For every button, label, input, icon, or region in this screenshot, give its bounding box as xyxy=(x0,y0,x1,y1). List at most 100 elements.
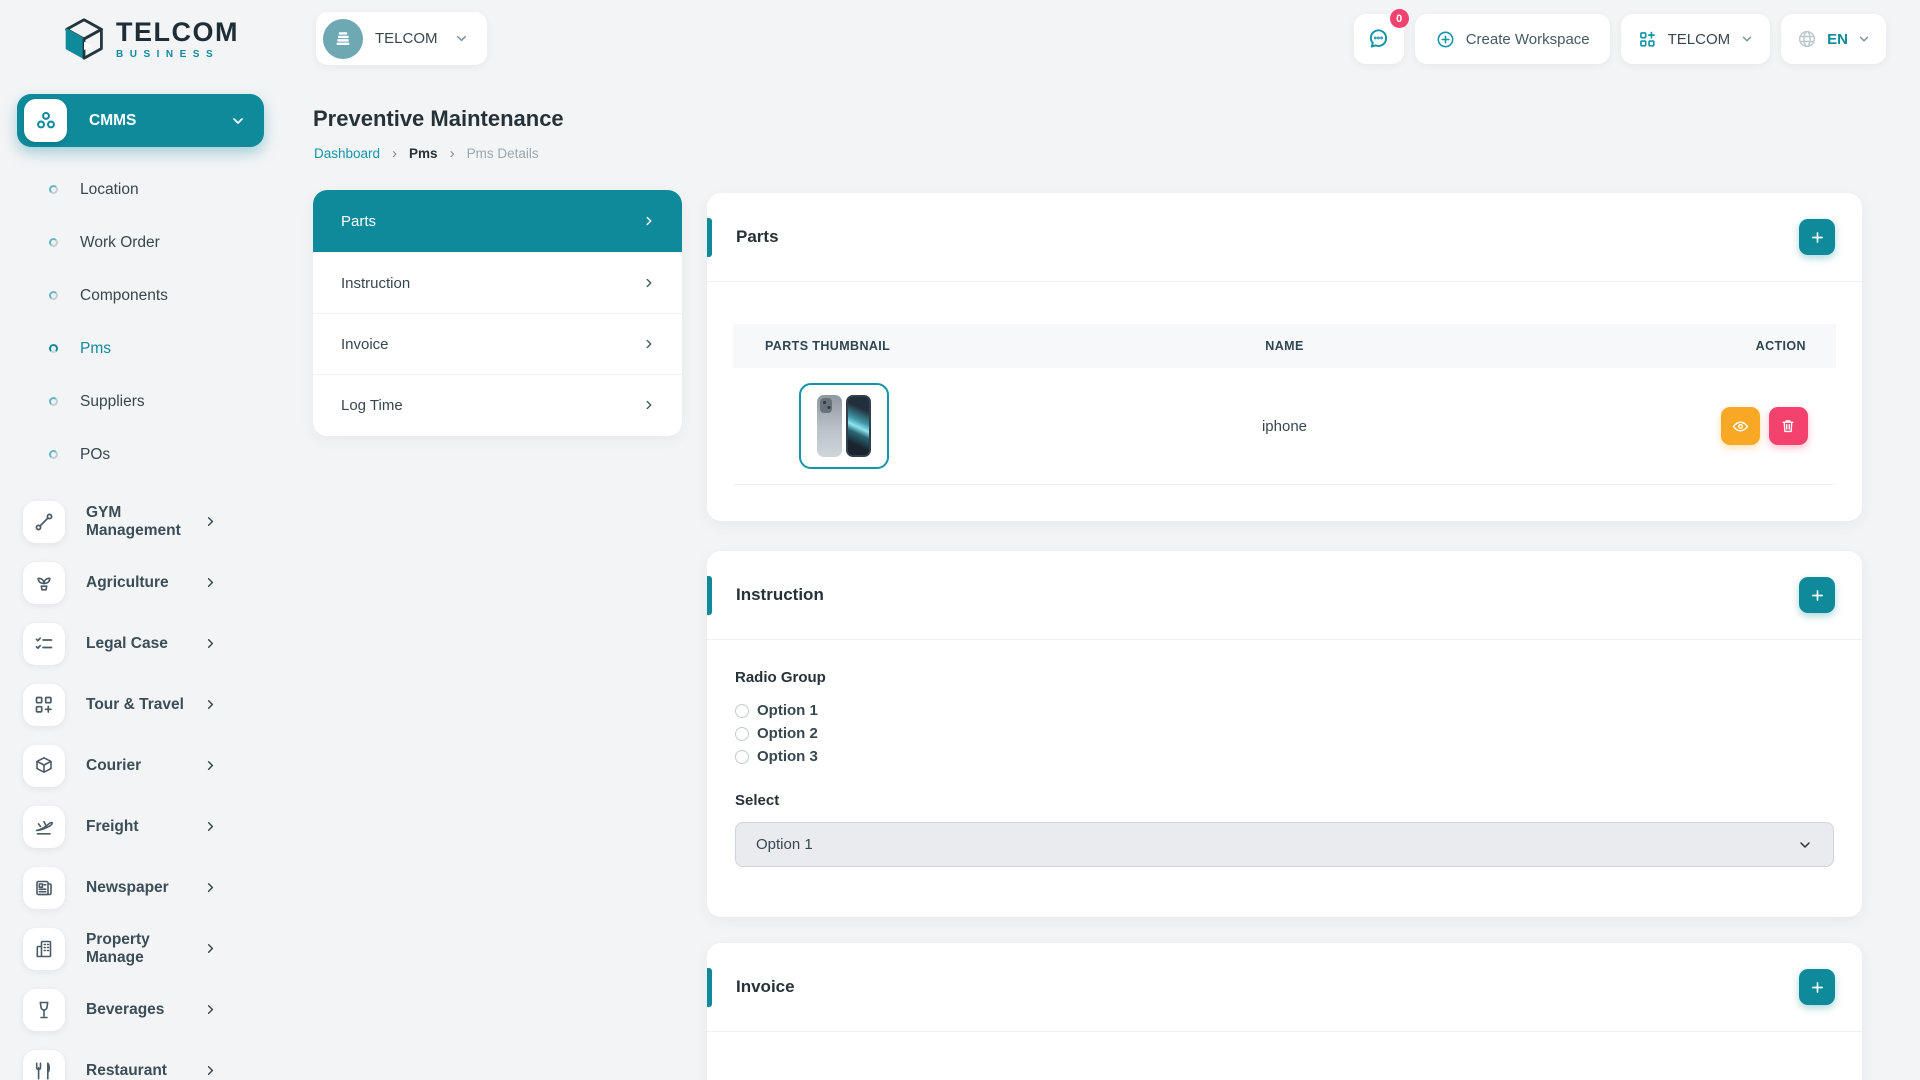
chevron-down-icon xyxy=(230,113,246,129)
col-name: NAME xyxy=(1101,339,1469,353)
bullet-icon xyxy=(49,397,58,406)
workspace-avatar xyxy=(323,19,363,59)
chevron-right-icon xyxy=(203,880,218,895)
workspace-name: TELCOM xyxy=(375,30,438,47)
breadcrumb: Dashboard › Pms › Pms Details xyxy=(314,145,539,162)
sidebar-item-components[interactable]: Components xyxy=(0,269,296,322)
invoice-card-title: Invoice xyxy=(734,977,1799,997)
module-menu: GYM Management Agriculture Legal Case To… xyxy=(0,491,296,1080)
cmms-submenu: Location Work Order Components Pms Suppl… xyxy=(0,163,296,481)
add-instruction-button[interactable] xyxy=(1799,577,1835,613)
brand-name: TELCOM xyxy=(116,19,239,46)
plus-icon xyxy=(1809,229,1826,246)
col-parts-thumbnail: PARTS THUMBNAIL xyxy=(733,339,1101,353)
create-workspace-button[interactable]: Create Workspace xyxy=(1415,14,1610,64)
select-label: Select xyxy=(735,792,1834,809)
breadcrumb-pms-details: Pms Details xyxy=(467,146,539,161)
chat-badge: 0 xyxy=(1390,9,1409,28)
sidebar-item-freight[interactable]: Freight xyxy=(0,796,296,857)
add-part-button[interactable] xyxy=(1799,219,1835,255)
invoice-card: Invoice xyxy=(707,943,1862,1080)
glass-icon xyxy=(23,989,65,1031)
sidebar-item-newspaper[interactable]: Newspaper xyxy=(0,857,296,918)
sidebar-item-gym-management[interactable]: GYM Management xyxy=(0,491,296,552)
sidebar-item-pms[interactable]: Pms xyxy=(0,322,296,375)
option-select[interactable]: Option 1 xyxy=(735,822,1834,867)
radio-icon[interactable] xyxy=(735,727,749,741)
breadcrumb-separator: › xyxy=(450,145,455,162)
sidebar-item-property-manage[interactable]: Property Manage xyxy=(0,918,296,979)
radio-icon[interactable] xyxy=(735,704,749,718)
tab-invoice[interactable]: Invoice xyxy=(313,313,682,374)
building-icon xyxy=(23,928,65,970)
parts-card-header: Parts xyxy=(707,193,1862,282)
radio-option-3[interactable]: Option 3 xyxy=(735,745,1834,768)
part-name: iphone xyxy=(1101,418,1469,435)
sidebar-item-beverages[interactable]: Beverages xyxy=(0,979,296,1040)
plus-icon xyxy=(1809,587,1826,604)
chat-icon xyxy=(1366,26,1392,52)
tab-instruction[interactable]: Instruction xyxy=(313,252,682,313)
bullet-icon xyxy=(49,238,58,247)
chevron-right-icon xyxy=(203,697,218,712)
breadcrumb-dashboard[interactable]: Dashboard xyxy=(314,146,380,161)
sidebar-item-legal-case[interactable]: Legal Case xyxy=(0,613,296,674)
sidebar-item-location[interactable]: Location xyxy=(0,163,296,216)
chevron-right-icon xyxy=(642,276,656,290)
chat-button[interactable]: 0 xyxy=(1354,14,1404,64)
col-action: ACTION xyxy=(1468,339,1836,353)
sidebar-item-courier[interactable]: Courier xyxy=(0,735,296,796)
radio-option-1[interactable]: Option 1 xyxy=(735,699,1834,722)
radio-option-2[interactable]: Option 2 xyxy=(735,722,1834,745)
invoice-card-header: Invoice xyxy=(707,943,1862,1032)
chevron-down-icon xyxy=(1857,32,1871,46)
parts-table-header: PARTS THUMBNAIL NAME ACTION xyxy=(733,324,1836,368)
org-selector[interactable]: TELCOM xyxy=(1621,14,1771,64)
sidebar-item-suppliers[interactable]: Suppliers xyxy=(0,375,296,428)
chevron-right-icon xyxy=(203,758,218,773)
sidebar-item-restaurant[interactable]: Restaurant xyxy=(0,1040,296,1080)
checklist-icon xyxy=(23,623,65,665)
tab-log-time[interactable]: Log Time xyxy=(313,374,682,435)
sidebar: CMMS Location Work Order Components Pms … xyxy=(0,78,296,1080)
chevron-right-icon xyxy=(642,398,656,412)
sidebar-item-work-order[interactable]: Work Order xyxy=(0,216,296,269)
add-invoice-button[interactable] xyxy=(1799,969,1835,1005)
globe-icon xyxy=(1796,28,1818,50)
sidebar-item-agriculture[interactable]: Agriculture xyxy=(0,552,296,613)
language-selector[interactable]: EN xyxy=(1781,14,1886,64)
chevron-right-icon xyxy=(203,819,218,834)
gym-icon xyxy=(23,501,65,543)
bullet-icon xyxy=(49,185,58,194)
chevron-right-icon xyxy=(203,1002,218,1017)
chevron-down-icon xyxy=(454,31,469,46)
sidebar-item-pos[interactable]: POs xyxy=(0,428,296,481)
detail-tabs-card: Parts Instruction Invoice Log Time xyxy=(313,190,682,436)
trash-icon xyxy=(1779,417,1797,435)
logo-cube-icon xyxy=(62,16,106,62)
part-thumbnail[interactable] xyxy=(799,383,889,469)
parts-card: Parts PARTS THUMBNAIL NAME ACTION iphone xyxy=(707,193,1862,521)
view-part-button[interactable] xyxy=(1721,407,1760,445)
workspace-selector[interactable]: TELCOM xyxy=(316,12,487,65)
chevron-down-icon xyxy=(1797,837,1813,853)
page-title: Preventive Maintenance xyxy=(313,106,564,132)
sprout-icon xyxy=(23,562,65,604)
tab-parts[interactable]: Parts xyxy=(313,190,682,252)
bullet-icon xyxy=(49,450,58,459)
breadcrumb-pms[interactable]: Pms xyxy=(409,146,438,161)
iphone-back-image xyxy=(817,395,842,457)
radio-icon[interactable] xyxy=(735,750,749,764)
package-icon xyxy=(23,745,65,787)
delete-part-button[interactable] xyxy=(1769,407,1808,445)
radio-group: Option 1 Option 2 Option 3 xyxy=(735,699,1834,768)
plus-circle-icon xyxy=(1435,29,1456,50)
instruction-card: Instruction Radio Group Option 1 Option … xyxy=(707,551,1862,917)
chevron-right-icon xyxy=(203,1063,218,1078)
instruction-card-title: Instruction xyxy=(734,585,1799,605)
sidebar-item-tour-travel[interactable]: Tour & Travel xyxy=(0,674,296,735)
create-workspace-label: Create Workspace xyxy=(1466,31,1590,48)
accent-bar xyxy=(707,968,712,1007)
sidebar-item-cmms[interactable]: CMMS xyxy=(17,94,264,147)
language-code: EN xyxy=(1827,31,1848,48)
